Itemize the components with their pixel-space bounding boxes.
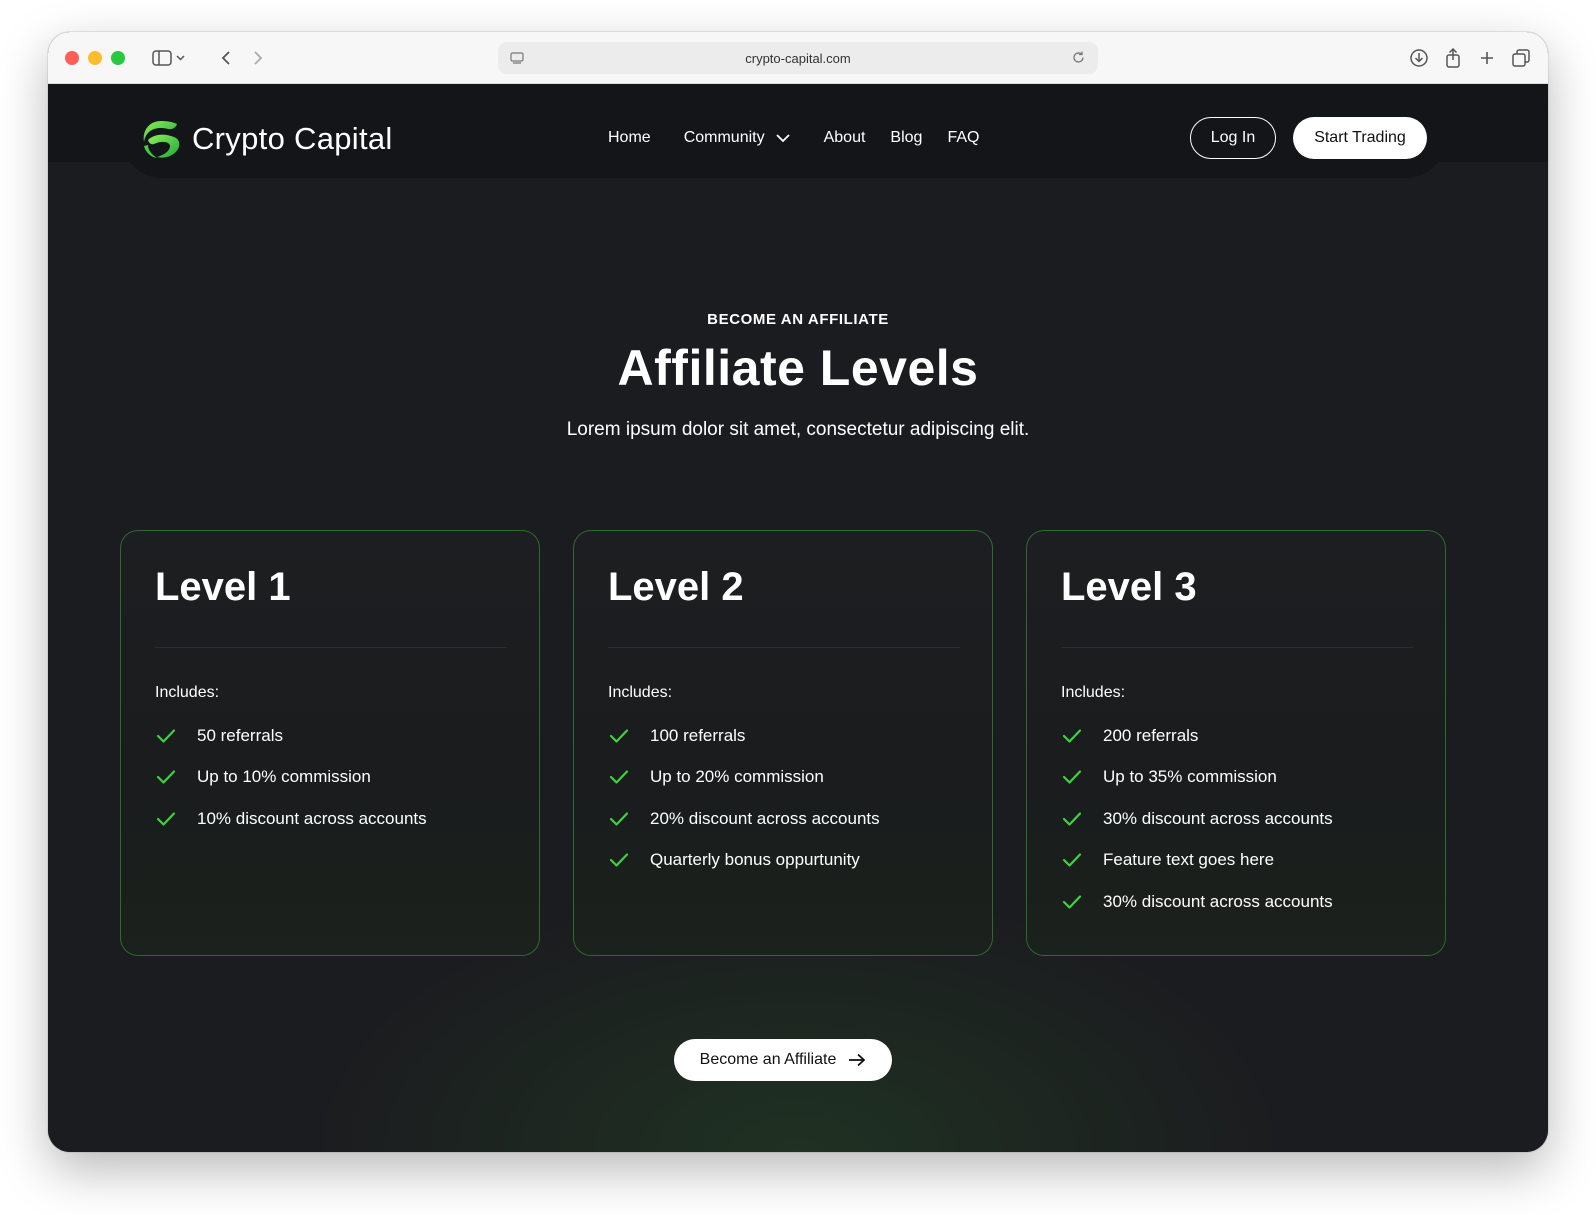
feature-item: 30% discount across accounts (1061, 881, 1333, 923)
feature-text: 10% discount across accounts (197, 808, 427, 828)
feature-item: Quarterly bonus oppurtunity (608, 840, 880, 882)
affiliate-level-cards: Level 1 Includes: 50 referrals Up to 10%… (120, 530, 1446, 956)
check-icon (1061, 725, 1083, 747)
page-icon (510, 51, 524, 68)
feature-list: 200 referrals Up to 35% commission 30% d… (1061, 715, 1333, 923)
feature-text: 20% discount across accounts (650, 808, 880, 828)
chevron-left-icon[interactable] (212, 44, 240, 72)
check-icon (155, 808, 177, 830)
feature-text: 50 referrals (197, 725, 283, 745)
section-title: Affiliate Levels (617, 340, 979, 396)
level-title: Level 2 (608, 565, 744, 609)
feature-text: Up to 10% commission (197, 767, 371, 787)
level-card: Level 3 Includes: 200 referrals Up to 35… (1026, 530, 1446, 956)
sidebar-toggle-icon[interactable] (146, 44, 192, 72)
page-content: Crypto Capital Home Community About Blog… (48, 84, 1548, 1152)
feature-text: Quarterly bonus oppurtunity (650, 850, 860, 870)
divider (155, 647, 507, 648)
nav-link-home[interactable]: Home (608, 129, 651, 147)
address-bar[interactable]: crypto-capital.com (498, 42, 1098, 74)
plus-icon[interactable] (1474, 44, 1500, 72)
feature-item: 10% discount across accounts (155, 798, 427, 840)
toolbar-actions (1406, 44, 1534, 72)
feature-text: 30% discount across accounts (1103, 808, 1333, 828)
logo-text: Crypto Capital (192, 121, 393, 156)
feature-item: 200 referrals (1061, 715, 1333, 757)
nav-link-about[interactable]: About (824, 129, 866, 147)
chevron-down-icon (775, 134, 790, 143)
feature-item: 20% discount across accounts (608, 798, 880, 840)
feature-text: Up to 20% commission (650, 767, 824, 787)
reload-icon[interactable] (1071, 50, 1086, 68)
nav-links: Home Community About Blog FAQ (608, 98, 979, 178)
feature-item: Feature text goes here (1061, 840, 1333, 882)
includes-label: Includes: (608, 684, 673, 701)
check-icon (1061, 849, 1083, 871)
url-text: crypto-capital.com (745, 50, 851, 66)
nav-link-community-label: Community (683, 129, 765, 146)
check-icon (1061, 808, 1083, 830)
become-affiliate-button[interactable]: Become an Affiliate (674, 1039, 892, 1081)
nav-link-community[interactable]: Community (684, 129, 791, 147)
level-card: Level 2 Includes: 100 referrals Up to 20… (573, 530, 993, 956)
divider (608, 647, 960, 648)
crypto-capital-logo-icon (143, 121, 180, 158)
login-button[interactable]: Log In (1190, 117, 1276, 159)
includes-label: Includes: (155, 684, 220, 701)
feature-text: Feature text goes here (1103, 850, 1275, 870)
section-eyebrow: BECOME AN AFFILIATE (707, 311, 889, 328)
section-subtitle: Lorem ipsum dolor sit amet, consectetur … (566, 419, 1030, 440)
browser-window: crypto-capital.com Crypto Capital Home C… (48, 32, 1548, 1152)
check-icon (155, 766, 177, 788)
includes-label: Includes: (1061, 684, 1126, 701)
arrow-right-icon (848, 1053, 866, 1067)
logo[interactable]: Crypto Capital (140, 118, 393, 160)
feature-item: Up to 35% commission (1061, 757, 1333, 799)
check-icon (1061, 766, 1083, 788)
tabs-icon[interactable] (1508, 44, 1534, 72)
feature-text: 200 referrals (1103, 725, 1199, 745)
start-trading-button[interactable]: Start Trading (1293, 117, 1427, 159)
share-icon[interactable] (1440, 44, 1466, 72)
feature-item: Up to 20% commission (608, 757, 880, 799)
feature-text: 100 referrals (650, 725, 746, 745)
feature-text: 30% discount across accounts (1103, 891, 1333, 911)
check-icon (155, 725, 177, 747)
check-icon (608, 725, 630, 747)
feature-list: 50 referrals Up to 10% commission 10% di… (155, 715, 427, 840)
nav-link-blog[interactable]: Blog (890, 129, 922, 147)
navbar: Crypto Capital Home Community About Blog… (122, 98, 1446, 178)
become-affiliate-label: Become an Affiliate (699, 1051, 837, 1068)
level-card: Level 1 Includes: 50 referrals Up to 10%… (120, 530, 540, 956)
check-icon (608, 808, 630, 830)
feature-list: 100 referrals Up to 20% commission 20% d… (608, 715, 880, 881)
minimize-window-button[interactable] (88, 51, 102, 65)
feature-text: Up to 35% commission (1103, 767, 1277, 787)
zoom-window-button[interactable] (111, 51, 125, 65)
level-title: Level 1 (155, 565, 291, 609)
feature-item: Up to 10% commission (155, 757, 427, 799)
browser-toolbar: crypto-capital.com (48, 32, 1548, 84)
feature-item: 100 referrals (608, 715, 880, 757)
level-title: Level 3 (1061, 565, 1197, 609)
feature-item: 30% discount across accounts (1061, 798, 1333, 840)
check-icon (1061, 891, 1083, 913)
check-icon (608, 766, 630, 788)
close-window-button[interactable] (65, 51, 79, 65)
download-icon[interactable] (1406, 44, 1432, 72)
chevron-right-icon[interactable] (244, 44, 272, 72)
nav-link-faq[interactable]: FAQ (947, 129, 979, 147)
check-icon (608, 849, 630, 871)
divider (1061, 647, 1413, 648)
feature-item: 50 referrals (155, 715, 427, 757)
